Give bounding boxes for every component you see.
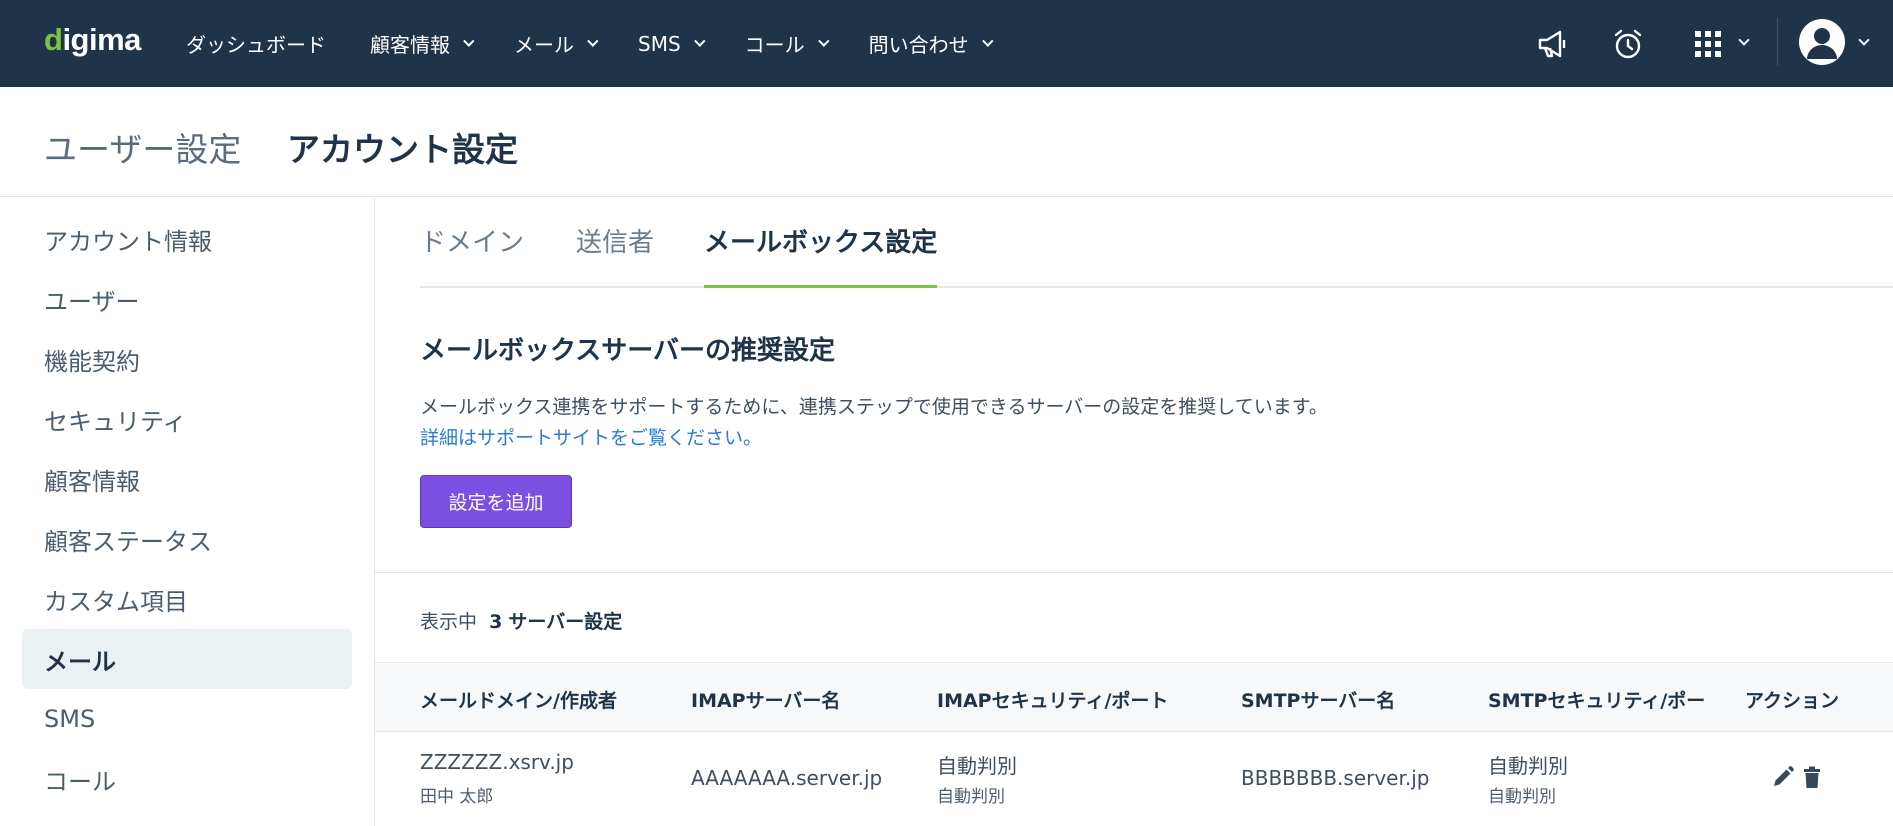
sidebar-item-mail[interactable]: メール <box>22 629 352 689</box>
row-imap-port: 自動判別 <box>937 787 1005 807</box>
result-count: 表示中 3 サーバー設定 <box>420 607 622 634</box>
nav-item-dashboard[interactable]: ダッシュボード <box>186 29 326 58</box>
section-title: メールボックスサーバーの推奨設定 <box>420 336 835 366</box>
edit-pencil-icon[interactable] <box>1770 764 1796 790</box>
nav-item-label: コール <box>744 33 805 57</box>
row-imap-server: AAAAAAA.server.jp <box>691 766 883 790</box>
sidebar-item-users[interactable]: ユーザー <box>22 269 352 329</box>
nav-item-customers[interactable]: 顧客情報 <box>370 29 475 58</box>
nav-item-mail[interactable]: メール <box>514 29 599 58</box>
sidebar-item-security[interactable]: セキュリティ <box>22 389 352 449</box>
page-header: ユーザー設定 アカウント設定 <box>0 87 1893 197</box>
sidebar-item-custom-fields[interactable]: カスタム項目 <box>22 569 352 629</box>
row-smtp-security: 自動判別 <box>1488 754 1568 778</box>
column-header-smtp-server[interactable]: SMTPサーバー名 <box>1241 686 1395 713</box>
settings-sidebar: アカウント情報 ユーザー 機能契約 セキュリティ 顧客情報 顧客ステータス カス… <box>0 198 375 826</box>
sidebar-item-customer-info[interactable]: 顧客情報 <box>22 449 352 509</box>
nav-item-label: 問い合わせ <box>868 33 969 57</box>
add-setting-button[interactable]: 設定を追加 <box>420 475 572 528</box>
breadcrumb[interactable]: ユーザー設定 <box>44 123 241 171</box>
chevron-down-icon <box>981 35 994 47</box>
megaphone-icon[interactable] <box>1533 24 1573 64</box>
column-header-imap-security[interactable]: IMAPセキュリティ/ポート <box>937 686 1168 713</box>
result-count-prefix: 表示中 <box>420 611 478 633</box>
column-header-smtp-security[interactable]: SMTPセキュリティ/ポー <box>1488 686 1705 713</box>
page-title: アカウント設定 <box>287 130 518 169</box>
nav-item-inquiry[interactable]: 問い合わせ <box>868 29 994 58</box>
column-header-actions: アクション <box>1745 690 1840 712</box>
divider <box>1777 18 1778 66</box>
apps-grid-icon[interactable] <box>1688 24 1728 64</box>
chevron-down-icon <box>463 35 475 47</box>
top-nav-bar: digima ダッシュボード 顧客情報 メール SMS コール 問い合わせ <box>0 0 1893 87</box>
sidebar-item-sms[interactable]: SMS <box>22 689 352 749</box>
nav-item-label: SMS <box>638 31 681 56</box>
nav-item-label: ダッシュボード <box>186 33 326 57</box>
digima-logo[interactable]: digima <box>44 22 141 58</box>
main-nav: ダッシュボード 顧客情報 メール SMS コール 問い合わせ <box>186 0 1033 87</box>
tab-mailbox-settings[interactable]: メールボックス設定 <box>704 222 938 288</box>
chevron-down-icon <box>817 35 830 47</box>
result-count-value: 3 <box>489 611 503 633</box>
support-site-link[interactable]: 詳細はサポートサイトをご覧ください。 <box>420 423 762 450</box>
alarm-clock-icon[interactable] <box>1608 24 1648 64</box>
table-row <box>375 733 1893 826</box>
row-domain: ZZZZZZ.xsrv.jp <box>420 750 574 774</box>
nav-item-call[interactable]: コール <box>744 29 830 58</box>
user-avatar-icon[interactable] <box>1799 19 1845 65</box>
sidebar-item-contract[interactable]: 機能契約 <box>22 329 352 389</box>
row-smtp-server: BBBBBBB.server.jp <box>1241 766 1430 790</box>
chevron-down-icon <box>587 35 599 47</box>
row-smtp-port: 自動判別 <box>1488 787 1556 807</box>
divider <box>375 572 1893 573</box>
nav-item-label: 顧客情報 <box>370 33 450 57</box>
nav-item-sms[interactable]: SMS <box>638 31 706 56</box>
sidebar-item-account-info[interactable]: アカウント情報 <box>22 209 352 269</box>
mail-settings-tabs: ドメイン 送信者 メールボックス設定 <box>420 198 1893 288</box>
section-description: メールボックス連携をサポートするために、連携ステップで使用できるサーバーの設定を… <box>420 396 1328 418</box>
tab-sender[interactable]: 送信者 <box>576 222 654 288</box>
nav-item-label: メール <box>514 33 574 57</box>
chevron-down-icon[interactable] <box>1858 34 1870 46</box>
table-header: メールドメイン/作成者 IMAPサーバー名 IMAPセキュリティ/ポート SMT… <box>375 662 1893 732</box>
tab-domain[interactable]: ドメイン <box>420 222 524 288</box>
column-header-imap-server[interactable]: IMAPサーバー名 <box>691 686 840 713</box>
chevron-down-icon[interactable] <box>1738 34 1750 46</box>
row-creator: 田中 太郎 <box>420 787 494 807</box>
result-count-suffix: サーバー設定 <box>508 611 623 633</box>
delete-trash-icon[interactable] <box>1799 764 1825 790</box>
row-imap-security: 自動判別 <box>937 754 1017 778</box>
sidebar-item-customer-status[interactable]: 顧客ステータス <box>22 509 352 569</box>
chevron-down-icon <box>693 35 706 47</box>
column-header-domain[interactable]: メールドメイン/作成者 <box>420 686 617 713</box>
sidebar-item-call[interactable]: コール <box>22 749 352 809</box>
